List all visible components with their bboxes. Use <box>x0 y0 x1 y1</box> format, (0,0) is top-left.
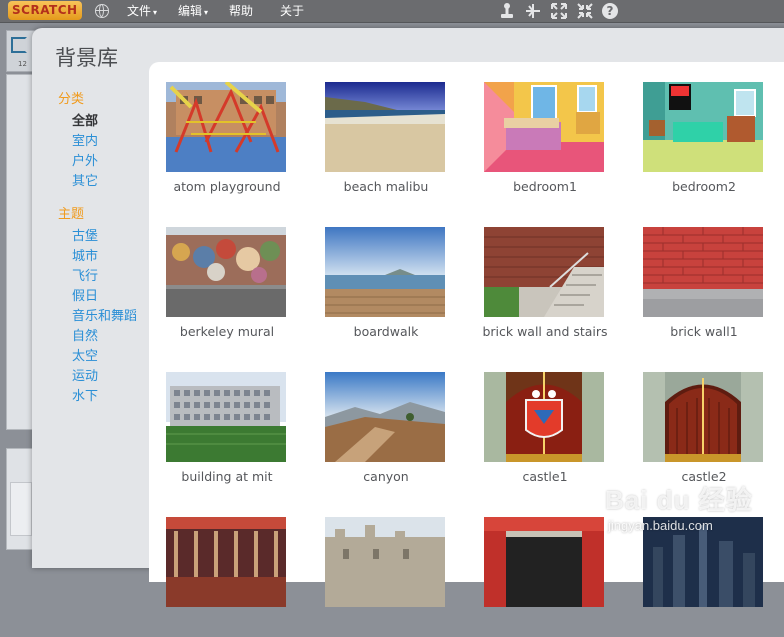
backdrop-name: berkeley mural <box>179 324 275 339</box>
backdrop-thumbnail <box>643 227 763 317</box>
category-heading: 分类 <box>58 92 85 107</box>
backdrop-thumbnail <box>166 82 286 172</box>
backdrop-tile[interactable]: beach malibu <box>325 82 447 202</box>
backdrop-tile[interactable]: berkeley mural <box>166 227 288 347</box>
menu-bar: SCRATCH 文件 ▾ 编辑 ▾ 帮助 关于 ? <box>0 0 784 23</box>
backdrop-thumbnail <box>325 82 445 172</box>
category-outdoors[interactable]: 户外 <box>72 150 98 169</box>
backdrop-name: bedroom1 <box>513 179 577 194</box>
chevron-down-icon: ▾ <box>153 8 158 17</box>
theme-city[interactable]: 城市 <box>72 245 98 264</box>
backdrop-tile[interactable]: castle1 <box>484 372 606 492</box>
scissors-icon[interactable] <box>524 2 542 20</box>
backdrop-tile[interactable]: brick wall and stairs <box>482 227 608 347</box>
stamp-icon[interactable] <box>498 2 516 20</box>
theme-castle[interactable]: 古堡 <box>72 225 98 244</box>
grow-icon[interactable] <box>550 2 568 20</box>
backdrop-thumbnail <box>166 517 286 607</box>
backdrop-tile[interactable]: brick wall1 <box>643 227 765 347</box>
theme-heading: 主题 <box>58 207 85 222</box>
backdrop-tile[interactable]: boardwalk <box>325 227 447 347</box>
theme-flying[interactable]: 飞行 <box>72 265 98 284</box>
backdrop-name: brick wall1 <box>670 324 738 339</box>
theme-space[interactable]: 太空 <box>72 345 98 364</box>
backdrop-name: beach malibu <box>343 179 429 194</box>
backdrop-tile[interactable] <box>484 517 606 637</box>
scratch-logo[interactable]: SCRATCH <box>8 1 82 20</box>
backdrop-name: castle1 <box>522 469 568 484</box>
dialog-title: 背景库 <box>55 46 118 70</box>
backdrop-tile[interactable]: building at mit <box>166 372 288 492</box>
theme-holiday[interactable]: 假日 <box>72 285 98 304</box>
baidu-watermark-logo: Bai du 经验 <box>605 485 753 515</box>
language-globe-icon[interactable] <box>95 4 109 18</box>
baidu-watermark-url: jingyan.baidu.com <box>608 518 713 533</box>
backdrop-tile[interactable] <box>166 517 288 637</box>
backdrop-thumbnail <box>166 227 286 317</box>
menu-file-label: 文件 <box>127 4 152 18</box>
backdrop-name: boardwalk <box>353 324 419 339</box>
chevron-down-icon: ▾ <box>204 8 209 17</box>
backdrop-tile[interactable]: canyon <box>325 372 447 492</box>
backdrop-name: bedroom2 <box>672 179 736 194</box>
backdrop-tile[interactable]: atom playground <box>166 82 288 202</box>
menu-edit[interactable]: 编辑 ▾ <box>178 0 208 22</box>
category-other[interactable]: 其它 <box>72 170 98 189</box>
shrink-icon[interactable] <box>576 2 594 20</box>
backdrop-name: atom playground <box>173 179 281 194</box>
menu-edit-label: 编辑 <box>178 4 203 18</box>
backdrop-subpanel <box>10 482 32 536</box>
backdrop-tile[interactable] <box>325 517 447 637</box>
backdrop-thumbnail <box>484 517 604 607</box>
menu-help[interactable]: 帮助 <box>229 0 253 22</box>
sprite-panel <box>6 74 34 430</box>
backdrop-thumbnail <box>325 227 445 317</box>
backdrop-thumbnail <box>643 372 763 462</box>
theme-music-dance[interactable]: 音乐和舞蹈 <box>72 305 137 324</box>
backdrop-tile[interactable]: bedroom2 <box>643 82 765 202</box>
menu-help-label: 帮助 <box>229 4 254 18</box>
theme-sports[interactable]: 运动 <box>72 365 98 384</box>
menu-file[interactable]: 文件 ▾ <box>127 0 157 22</box>
backdrop-tile[interactable]: bedroom1 <box>484 82 606 202</box>
theme-underwater[interactable]: 水下 <box>72 385 98 404</box>
backdrop-thumbnail <box>484 82 604 172</box>
backdrop-thumbnail <box>325 372 445 462</box>
category-indoors[interactable]: 室内 <box>72 130 98 149</box>
backdrop-thumbnail <box>484 227 604 317</box>
stage-number: 12 <box>18 60 27 68</box>
menu-about-label: 关于 <box>280 4 305 18</box>
backdrop-thumbnail <box>166 372 286 462</box>
backdrop-tile[interactable]: castle2 <box>643 372 765 492</box>
category-all[interactable]: 全部 <box>72 110 98 129</box>
menu-about[interactable]: 关于 <box>280 0 304 22</box>
backdrop-thumbnail <box>325 517 445 607</box>
backdrop-thumbnail <box>484 372 604 462</box>
backdrop-tile[interactable] <box>643 517 765 637</box>
backdrop-name: canyon <box>363 469 409 484</box>
backdrop-thumbnail <box>643 82 763 172</box>
backdrop-name: building at mit <box>181 469 273 484</box>
theme-nature[interactable]: 自然 <box>72 325 98 344</box>
backdrop-name: brick wall and stairs <box>482 324 608 339</box>
help-icon[interactable]: ? <box>602 3 618 19</box>
